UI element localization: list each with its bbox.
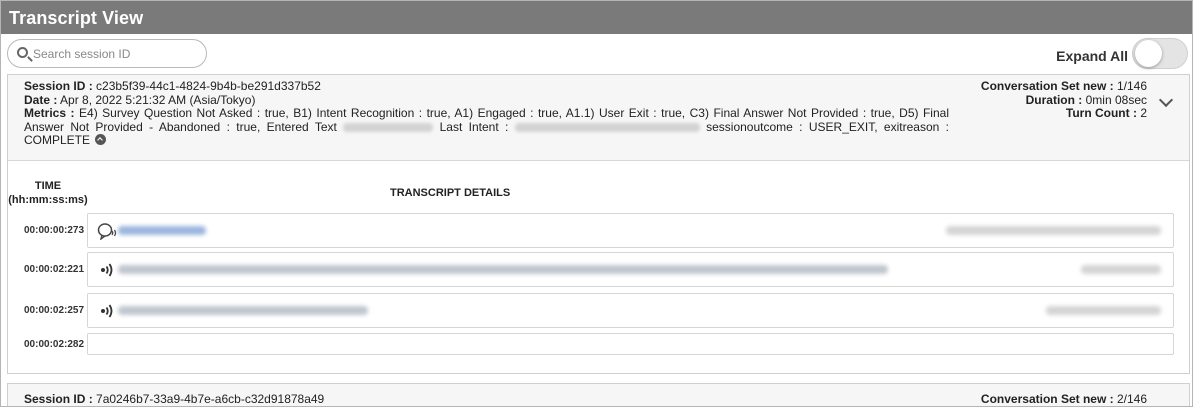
message-text-redacted — [118, 265, 888, 274]
page-title: Transcript View — [9, 8, 144, 28]
session-id-label: Session ID : — [24, 79, 93, 93]
transcript-message-empty[interactable] — [87, 333, 1174, 355]
turn-count-value: 2 — [1140, 106, 1147, 120]
transcript-row: 00:00:02:221 — [8, 252, 1189, 289]
chevron-down-icon[interactable] — [1158, 92, 1174, 108]
expand-all-control: Expand All — [992, 37, 1192, 71]
session-id-line: Session ID : c23b5f39-44c1-4824-9b4b-be2… — [24, 79, 949, 94]
transcript-row: 00:00:00:273 — [8, 213, 1189, 250]
transcript-details-header: TRANSCRIPT DETAILS — [390, 187, 511, 199]
transcript-view-app: Transcript View Expand All Session ID : … — [0, 0, 1193, 407]
answer-tag-redacted — [1081, 265, 1161, 274]
transcript-message[interactable] — [87, 252, 1174, 287]
last-intent-redacted — [514, 122, 700, 132]
date-label: Date : — [24, 92, 58, 107]
transcript-row: 00:00:02:257 — [8, 293, 1189, 330]
metrics-label: Metrics : — [24, 106, 75, 120]
search-input[interactable] — [33, 45, 201, 63]
duration-value: 0min 08sec — [1085, 92, 1147, 107]
time-column-header: TIME (hh:mm:ss:ms) — [8, 179, 88, 207]
expand-all-label: Expand All — [1056, 48, 1128, 64]
metrics-line: Metrics : E4) Survey Question Not Asked … — [24, 106, 949, 148]
message-text-redacted — [118, 306, 368, 315]
conversation-set-value: 1/146 — [1116, 79, 1147, 93]
bot-speaker-icon — [101, 263, 113, 277]
message-text-redacted — [118, 226, 206, 235]
session-stats: Conversation Set new : 2/146 — [980, 392, 1147, 406]
date-line: Date : Apr 8, 2022 5:21:32 AM (Asia/Toky… — [24, 92, 949, 108]
entered-text-redacted — [343, 122, 434, 132]
session-id-value: c23b5f39-44c1-4824-9b4b-be291d337b52 — [96, 79, 321, 93]
session-stats: Conversation Set new : 1/146 Duration : … — [980, 79, 1147, 121]
user-speech-icon — [97, 223, 117, 240]
intent-tag-redacted — [946, 226, 1161, 235]
turn-time: 00:00:02:221 — [24, 264, 85, 275]
header-bar: Transcript View — [1, 1, 1192, 34]
duration-label: Duration : — [1025, 92, 1083, 107]
duration-line: Duration : 0min 08sec — [981, 92, 1147, 108]
bot-speaker-icon — [101, 304, 113, 318]
turn-count-line: Turn Count : 2 — [981, 106, 1147, 121]
conversation-set-value: 2/146 — [1116, 392, 1147, 406]
turn-count-label: Turn Count : — [1065, 106, 1137, 120]
conversation-set-label: Conversation Set new : — [980, 79, 1114, 93]
session-card: Session ID : c23b5f39-44c1-4824-9b4b-be2… — [7, 74, 1190, 374]
session-id-label: Session ID : — [24, 392, 93, 406]
session-card[interactable]: Session ID : 7a0246b7-33a9-4b7e-a6cb-c32… — [7, 383, 1190, 406]
session-header[interactable]: Session ID : c23b5f39-44c1-4824-9b4b-be2… — [8, 75, 1189, 161]
session-meta: Session ID : c23b5f39-44c1-4824-9b4b-be2… — [24, 79, 949, 148]
search-box[interactable] — [7, 39, 207, 68]
time-column-title: TIME — [34, 180, 62, 192]
session-id-value: 7a0246b7-33a9-4b7e-a6cb-c32d91878a49 — [96, 392, 325, 406]
turn-time: 00:00:02:257 — [24, 305, 85, 316]
answer-tag-redacted — [1046, 306, 1161, 315]
conversation-set-label: Conversation Set new : — [980, 392, 1114, 406]
turn-time: 00:00:02:282 — [24, 339, 85, 350]
turn-time: 00:00:00:273 — [24, 225, 85, 236]
transcript-message[interactable] — [87, 213, 1174, 248]
expand-all-toggle[interactable] — [1132, 38, 1188, 69]
transcript-row: 00:00:02:282 — [8, 333, 1189, 370]
transcript-message[interactable] — [87, 293, 1174, 328]
date-value: Apr 8, 2022 5:21:32 AM (Asia/Tokyo) — [60, 92, 256, 107]
exit-reason-value: COMPLETE — [24, 133, 91, 147]
toggle-knob[interactable] — [1135, 40, 1162, 67]
session-meta: Session ID : 7a0246b7-33a9-4b7e-a6cb-c32… — [24, 392, 949, 406]
last-intent-label: Last Intent : — [439, 119, 509, 134]
time-column-format: (hh:mm:ss:ms) — [8, 194, 88, 206]
collapse-up-icon[interactable] — [95, 134, 107, 145]
search-icon — [17, 47, 28, 58]
conversation-set-line: Conversation Set new : 1/146 — [980, 79, 1147, 94]
session-outcome-text: sessionoutcome : USER_EXIT, exitreason : — [706, 119, 949, 134]
